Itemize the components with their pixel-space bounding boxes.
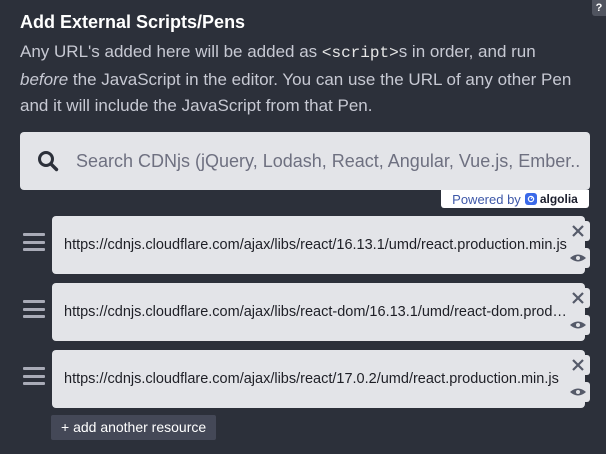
algolia-brand-text: algolia	[539, 192, 578, 206]
view-resource-button[interactable]	[565, 382, 590, 402]
close-icon	[571, 292, 584, 304]
eye-icon	[569, 254, 586, 262]
resource-url-field[interactable]: https://cdnjs.cloudflare.com/ajax/libs/r…	[52, 283, 585, 341]
resource-row: https://cdnjs.cloudflare.com/ajax/libs/r…	[20, 216, 595, 274]
remove-resource-button[interactable]	[565, 288, 590, 308]
drag-handle-icon[interactable]	[20, 363, 48, 389]
section-description: Any URL's added here will be added as <s…	[20, 39, 580, 120]
eye-icon	[569, 321, 586, 329]
resource-url-field[interactable]: https://cdnjs.cloudflare.com/ajax/libs/r…	[52, 216, 585, 274]
remove-resource-button[interactable]	[565, 221, 590, 241]
close-icon	[571, 225, 584, 237]
powered-by-algolia[interactable]: Powered by algolia	[441, 190, 589, 208]
cdnjs-search-box	[20, 132, 590, 190]
drag-handle-icon[interactable]	[20, 229, 48, 255]
view-resource-button[interactable]	[565, 315, 590, 335]
description-text-1: Any URL's added here will be added as	[20, 42, 322, 61]
remove-resource-button[interactable]	[565, 355, 590, 375]
description-text-3: the JavaScript in the editor. You can us…	[20, 69, 572, 116]
resource-url: https://cdnjs.cloudflare.com/ajax/libs/r…	[64, 304, 573, 320]
resource-url: https://cdnjs.cloudflare.com/ajax/libs/r…	[64, 237, 567, 253]
algolia-icon	[524, 193, 537, 205]
search-icon	[20, 132, 76, 190]
drag-handle-icon[interactable]	[20, 296, 48, 322]
help-badge[interactable]: ?	[592, 0, 606, 16]
resource-row: https://cdnjs.cloudflare.com/ajax/libs/r…	[20, 350, 595, 408]
algolia-logo: algolia	[524, 192, 578, 206]
external-scripts-panel: ? Add External Scripts/Pens Any URL's ad…	[0, 0, 606, 454]
add-another-resource-button[interactable]: + add another resource	[51, 415, 217, 440]
resource-url: https://cdnjs.cloudflare.com/ajax/libs/r…	[64, 371, 559, 387]
close-icon	[571, 359, 584, 371]
view-resource-button[interactable]	[565, 248, 590, 268]
resource-url-field[interactable]: https://cdnjs.cloudflare.com/ajax/libs/r…	[52, 350, 585, 408]
search-input[interactable]	[76, 150, 586, 172]
resource-row: https://cdnjs.cloudflare.com/ajax/libs/r…	[20, 283, 595, 341]
description-code: <script>	[321, 44, 399, 62]
description-text-2: s in order, and run	[398, 42, 536, 61]
powered-by-label: Powered by	[452, 191, 521, 207]
eye-icon	[569, 388, 586, 396]
section-title: Add External Scripts/Pens	[20, 12, 246, 32]
description-emphasis: before	[20, 69, 69, 89]
